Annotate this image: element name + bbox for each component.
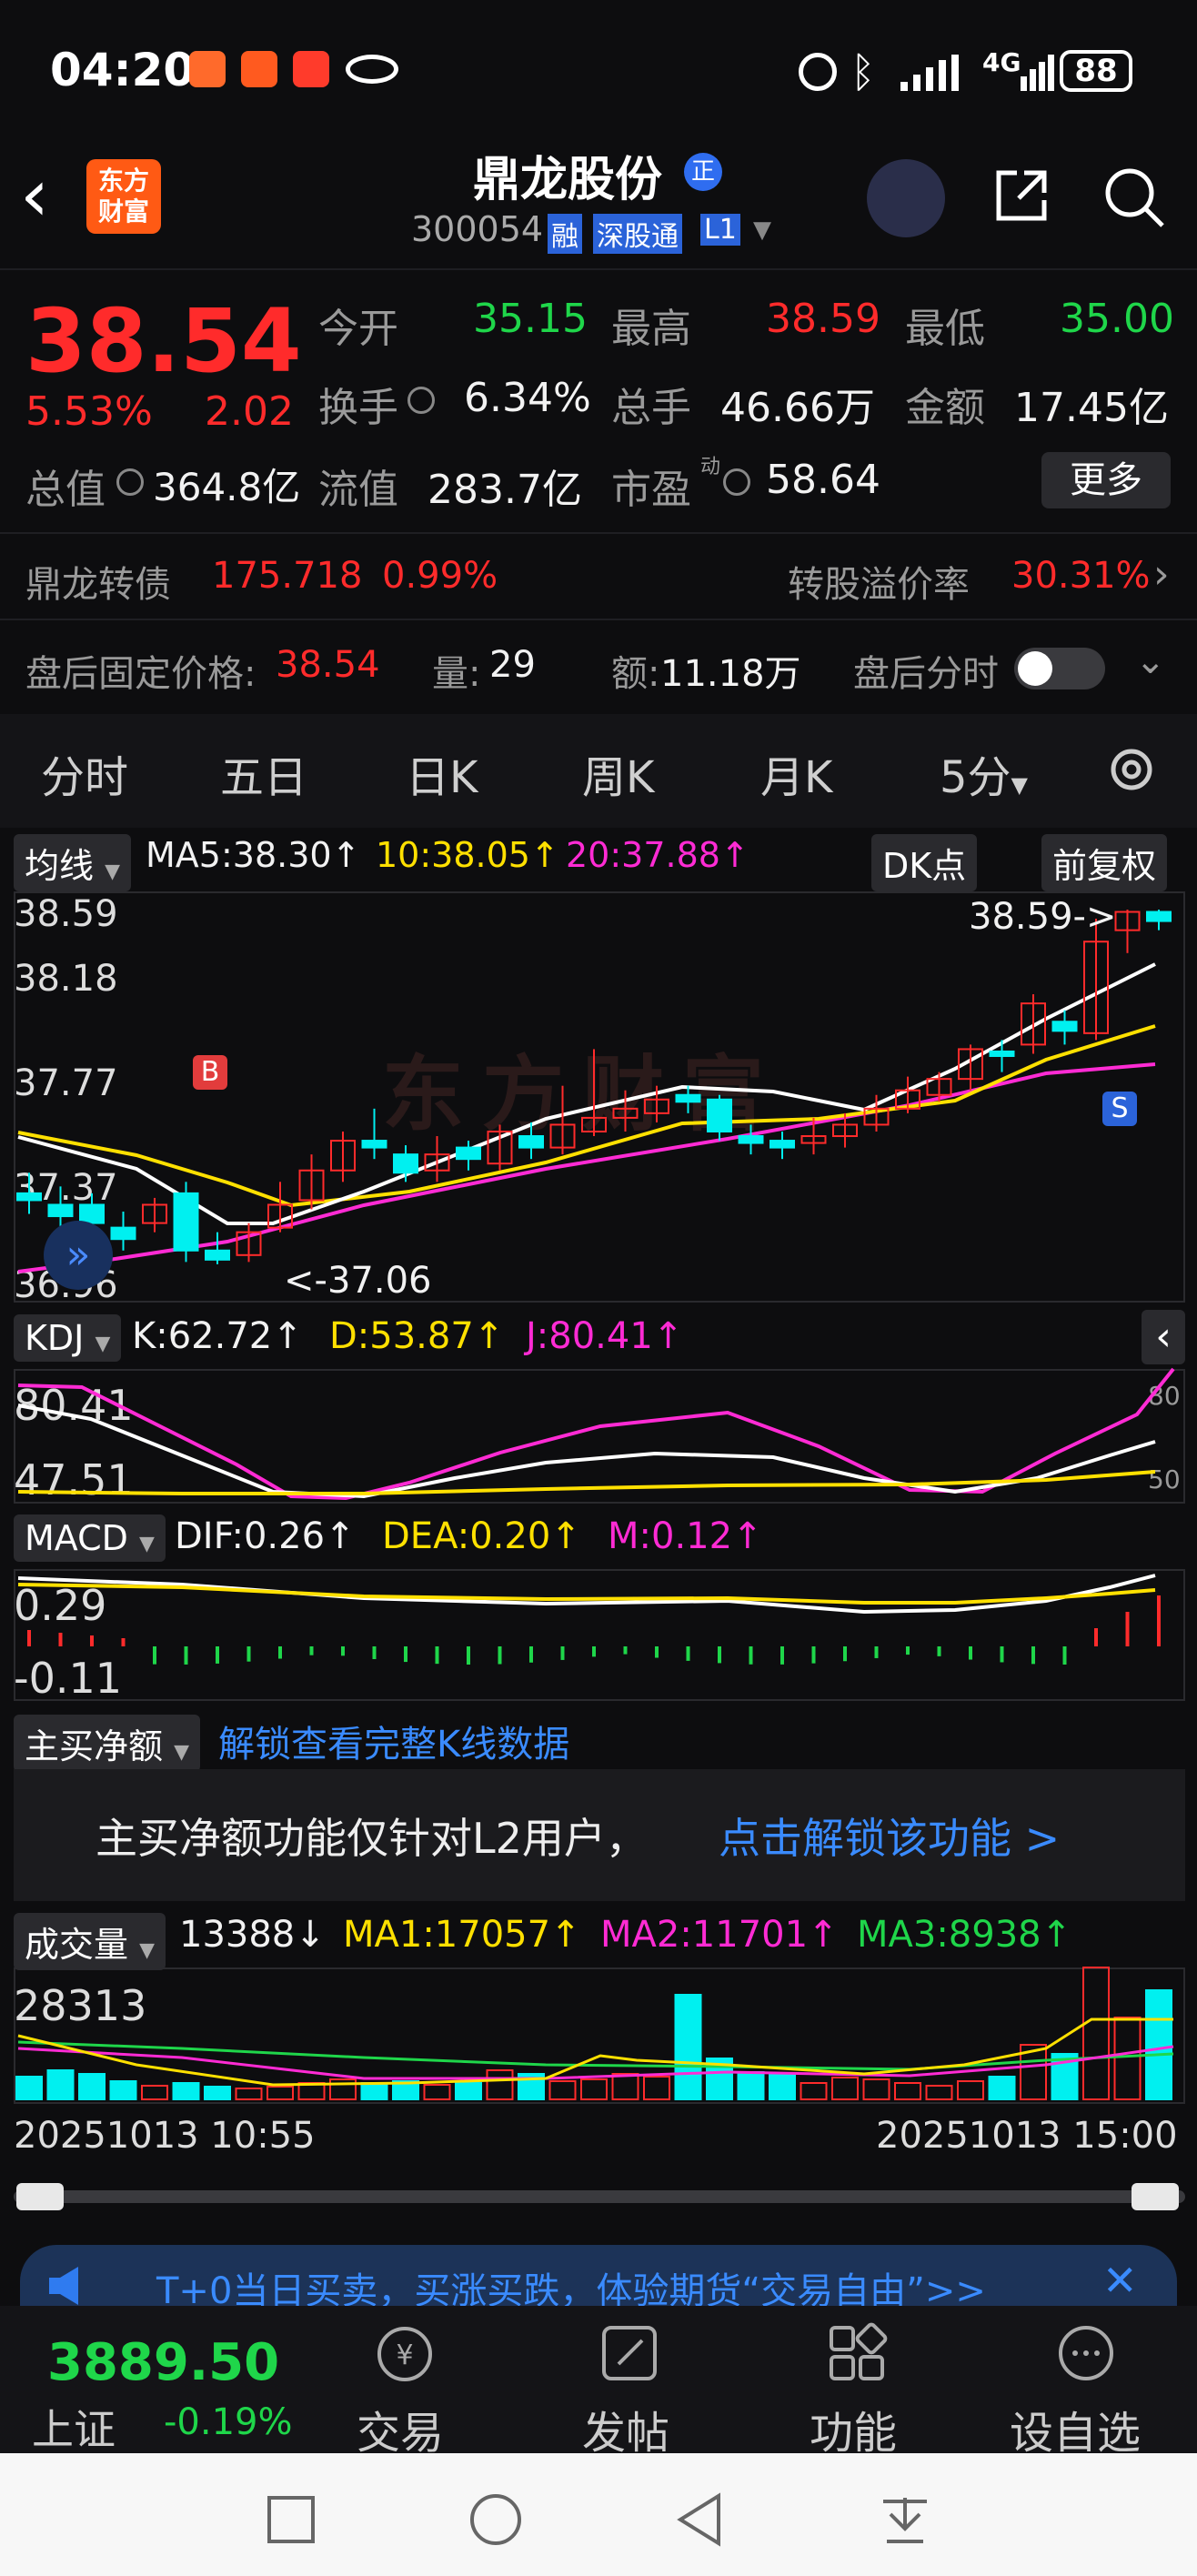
volume-bar (548, 2080, 577, 2100)
nav-post[interactable]: 发帖 (582, 2397, 669, 2460)
volume-bar (172, 2082, 200, 2100)
volume-bar (204, 2086, 231, 2100)
time-axis-start: 20251013 10:55 (14, 2115, 316, 2157)
chart-scrollbar[interactable] (14, 2190, 1185, 2203)
volume-bar (862, 2078, 890, 2100)
volume-bar (643, 2076, 670, 2100)
back-nav-icon[interactable] (673, 2492, 728, 2547)
nav-watchlist[interactable]: 设自选 (1010, 2397, 1141, 2460)
volume-bar (46, 2069, 75, 2100)
function-icon (828, 2322, 888, 2382)
scroll-handle-left[interactable] (16, 2183, 64, 2210)
home-icon[interactable] (468, 2492, 523, 2547)
scroll-handle-right[interactable] (1132, 2183, 1179, 2210)
volume-bar (1113, 2017, 1142, 2100)
index-change: -0.19% (164, 2401, 293, 2443)
volume-bar (831, 2077, 859, 2100)
volume-bar (674, 1994, 702, 2100)
bottom-bar: 3889.50 上证 -0.19% ¥ 交易 发帖 功能 设自选 (0, 2306, 1197, 2459)
notification-shade-icon[interactable] (878, 2492, 932, 2547)
post-icon (600, 2324, 659, 2382)
nav-trade[interactable]: 交易 (357, 2397, 444, 2460)
volume-bar (109, 2080, 137, 2100)
volume-bar (235, 2088, 263, 2100)
volume-bar (988, 2076, 1016, 2100)
volume-ma3-line (17, 2040, 1174, 2071)
volume-bar (423, 2084, 451, 2100)
close-icon[interactable]: ✕ (1102, 2256, 1138, 2305)
nav-function[interactable]: 功能 (810, 2397, 897, 2460)
speaker-icon (47, 2265, 91, 2307)
volume-bar (78, 2073, 106, 2100)
volume-bar (141, 2085, 168, 2100)
volume-bar (737, 2071, 765, 2100)
volume-bar (329, 2078, 357, 2100)
volume-bar (769, 2073, 796, 2100)
volume-bar (360, 2082, 388, 2100)
volume-bar (486, 2069, 514, 2100)
recents-icon[interactable] (264, 2492, 318, 2547)
time-axis-end: 20251013 15:00 (876, 2115, 1178, 2157)
volume-bar (957, 2080, 984, 2100)
volume-marks (15, 1967, 1174, 2100)
volume-bar (15, 2076, 43, 2100)
svg-text:¥: ¥ (396, 2340, 413, 2371)
volume-bar (267, 2086, 294, 2100)
volume-ma1-line (17, 2018, 1173, 2087)
volume-bar (894, 2082, 921, 2100)
index-value[interactable]: 3889.50 (47, 2333, 279, 2392)
volume-bar (455, 2082, 482, 2100)
index-name[interactable]: 上证 (32, 2397, 116, 2457)
trade-icon: ¥ (373, 2322, 437, 2386)
more-icon (1055, 2322, 1117, 2384)
volume-bar (925, 2085, 953, 2100)
volume-bar (1082, 1967, 1110, 2100)
volume-bar (611, 2073, 639, 2100)
volume-bar (1145, 1989, 1172, 2100)
volume-bar (800, 2082, 828, 2100)
system-nav-bar (0, 2453, 1197, 2576)
volume-bar (580, 2078, 608, 2100)
